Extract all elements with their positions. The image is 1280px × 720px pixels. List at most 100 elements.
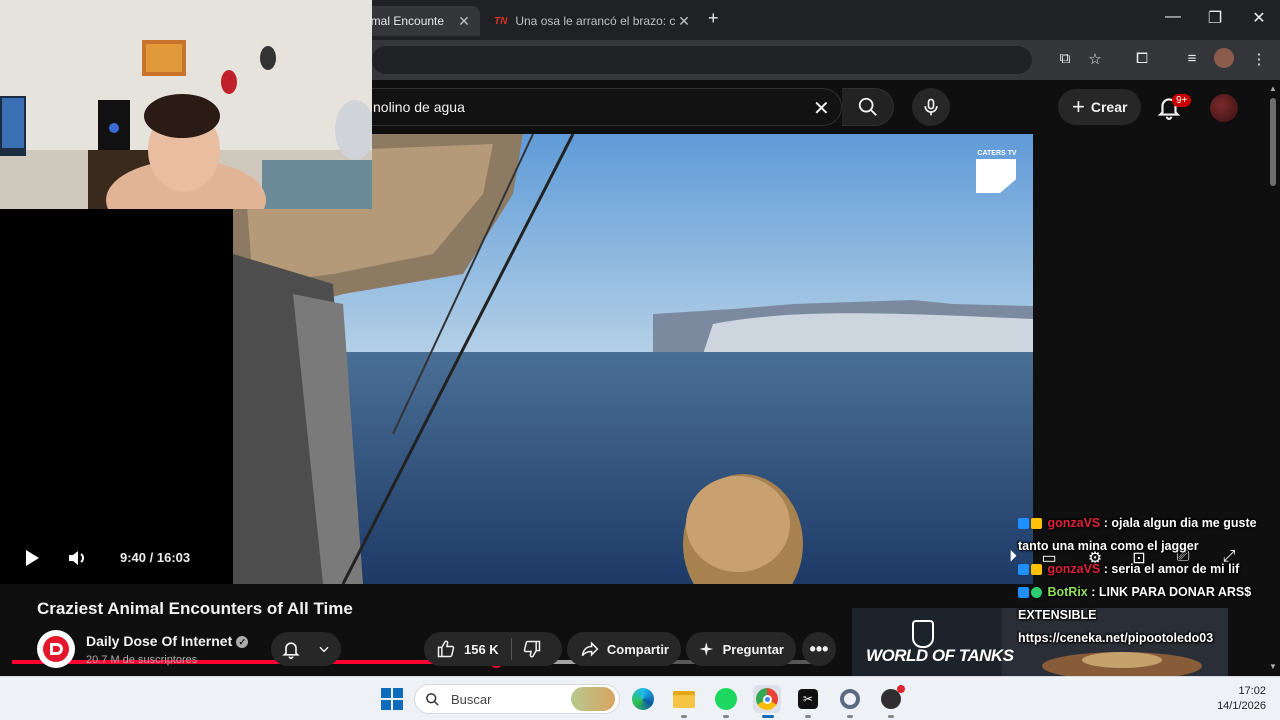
volume-icon[interactable] (64, 546, 90, 570)
thumbs-down-icon (523, 640, 540, 658)
running-indicator (805, 715, 811, 718)
install-icon[interactable]: ⧉ (1054, 50, 1076, 67)
page-scrollbar[interactable]: ▲ ▼ (1266, 80, 1280, 676)
search-button[interactable] (842, 88, 894, 126)
world-of-tanks-emblem-icon (912, 620, 934, 648)
windows-logo (381, 688, 403, 710)
chat-badge-icon (1018, 587, 1029, 599)
create-label: Crear (1090, 99, 1128, 115)
chrome-icon[interactable] (753, 685, 781, 713)
search-highlight-icon (571, 687, 615, 711)
tab-active-label: imal Encounte (368, 14, 445, 28)
share-label: Compartir (606, 641, 669, 657)
new-tab-icon[interactable]: + (708, 8, 719, 29)
chat-username: gonzaVS (1047, 562, 1101, 576)
subscription-bell-button[interactable] (271, 632, 341, 666)
channel-name: Daily Dose Of Internet (86, 633, 233, 649)
verified-check-icon: ✓ (236, 636, 249, 649)
close-icon[interactable]: ✕ (456, 13, 472, 30)
plus-icon: + (1072, 94, 1085, 119)
taskbar-search-placeholder: Buscar (451, 692, 492, 707)
settings-app-icon[interactable] (836, 685, 864, 713)
share-icon (581, 641, 599, 657)
search-icon (858, 97, 877, 116)
running-indicator (888, 715, 894, 718)
caters-logo-icon (976, 159, 1016, 193)
search-icon (426, 693, 439, 706)
chat-badge-icon (1018, 518, 1029, 530)
ask-button[interactable]: Preguntar (686, 632, 796, 666)
bookmark-star-icon[interactable]: ☆ (1084, 50, 1106, 68)
extensions-icon[interactable]: ⧠ (1131, 50, 1153, 67)
caters-tv-watermark: CATERS TV (976, 150, 1018, 193)
edge-icon[interactable] (629, 685, 657, 713)
chevron-down-icon (319, 646, 329, 653)
share-button[interactable]: Compartir (567, 632, 681, 666)
taskbar-search-input[interactable]: Buscar (414, 684, 620, 714)
chat-text: : seria el amor de mi lif (1103, 562, 1240, 576)
stream-chat-overlay: gonzaVS : ojala algun dia me guste tanto… (1018, 512, 1280, 650)
menu-icon[interactable]: ⋮ (1248, 50, 1270, 68)
play-icon[interactable] (18, 546, 44, 570)
watermark-text: CATERS TV (977, 150, 1017, 157)
chat-badge-icon (1018, 564, 1029, 576)
clear-search-icon[interactable]: ✕ (813, 96, 830, 121)
minimize-icon[interactable]: — (1158, 8, 1188, 26)
dislike-button[interactable] (512, 639, 552, 659)
scroll-up-icon[interactable]: ▲ (1269, 84, 1277, 93)
ask-label: Preguntar (722, 641, 784, 657)
ad-brand: WORLD OF TANKS (866, 646, 1014, 665)
search-query: nolino de agua (373, 99, 465, 115)
tn-logo-icon: TN (494, 15, 508, 27)
crown-badge-icon (1031, 564, 1042, 576)
notification-count-badge: 9+ (1172, 94, 1192, 107)
channel-name-row[interactable]: Daily Dose Of Internet ✓ (86, 633, 249, 649)
windows-start-icon[interactable] (378, 685, 406, 713)
chat-message: BotRix : LINK PARA DONAR ARS$ EXTENSIBLE… (1018, 581, 1280, 650)
like-count: 156 K (464, 641, 499, 657)
more-horizontal-icon: ••• (809, 638, 829, 659)
address-bar[interactable] (372, 46, 1032, 74)
create-button[interactable]: + Crear (1058, 89, 1142, 125)
spotify-icon[interactable] (712, 685, 740, 713)
voice-search-button[interactable] (912, 88, 950, 126)
maximize-icon[interactable]: ❐ (1200, 8, 1230, 28)
clock-date: 14/1/2026 (1217, 700, 1266, 712)
active-indicator (762, 715, 774, 718)
more-actions-button[interactable]: ••• (802, 632, 836, 666)
tab-active[interactable]: imal Encounte ✕ (360, 6, 480, 36)
chat-username: BotRix (1047, 585, 1088, 599)
thumbs-up-icon (437, 640, 455, 658)
running-indicator (723, 715, 729, 718)
obs-icon[interactable] (877, 685, 905, 713)
profile-icon[interactable] (1214, 48, 1236, 68)
scroll-down-icon[interactable]: ▼ (1269, 662, 1277, 671)
video-title: Craziest Animal Encounters of All Time (37, 599, 353, 618)
sparkle-icon (699, 642, 714, 656)
capcut-icon[interactable]: ✂ (794, 685, 822, 713)
time-display: 9:40 / 16:03 (120, 550, 191, 565)
window-close-icon[interactable]: ✕ (1244, 8, 1274, 28)
scroll-thumb[interactable] (1270, 98, 1276, 186)
verified-bot-icon (1031, 587, 1042, 599)
crown-badge-icon (1031, 518, 1042, 530)
media-icon[interactable]: ≡ (1181, 50, 1203, 67)
subscriber-count: 20.7 M de suscriptores (86, 654, 198, 666)
channel-avatar[interactable] (37, 630, 75, 668)
windows-taskbar: Buscar ✂ 17:02 14/1/2026 (0, 676, 1280, 720)
tab-inactive[interactable]: TN Una osa le arrancó el brazo: cóm ✕ (486, 6, 700, 36)
running-indicator (681, 715, 687, 718)
microphone-icon (924, 98, 938, 116)
avatar[interactable] (1210, 94, 1238, 122)
chat-username: gonzaVS (1047, 516, 1101, 530)
webcam-scene (0, 0, 372, 209)
screen: imal Encounte ✕ TN Una osa le arrancó el… (0, 0, 1280, 720)
close-icon[interactable]: ✕ (676, 13, 692, 30)
channel-logo-icon (43, 636, 69, 662)
system-clock[interactable]: 17:02 14/1/2026 (1200, 684, 1266, 714)
like-button[interactable]: 156 K (424, 638, 512, 660)
webcam-overlay (0, 0, 372, 209)
file-explorer-icon[interactable] (670, 685, 698, 713)
clock-time: 17:02 (1238, 685, 1266, 697)
chat-message: gonzaVS : ojala algun dia me guste tanto… (1018, 512, 1280, 558)
